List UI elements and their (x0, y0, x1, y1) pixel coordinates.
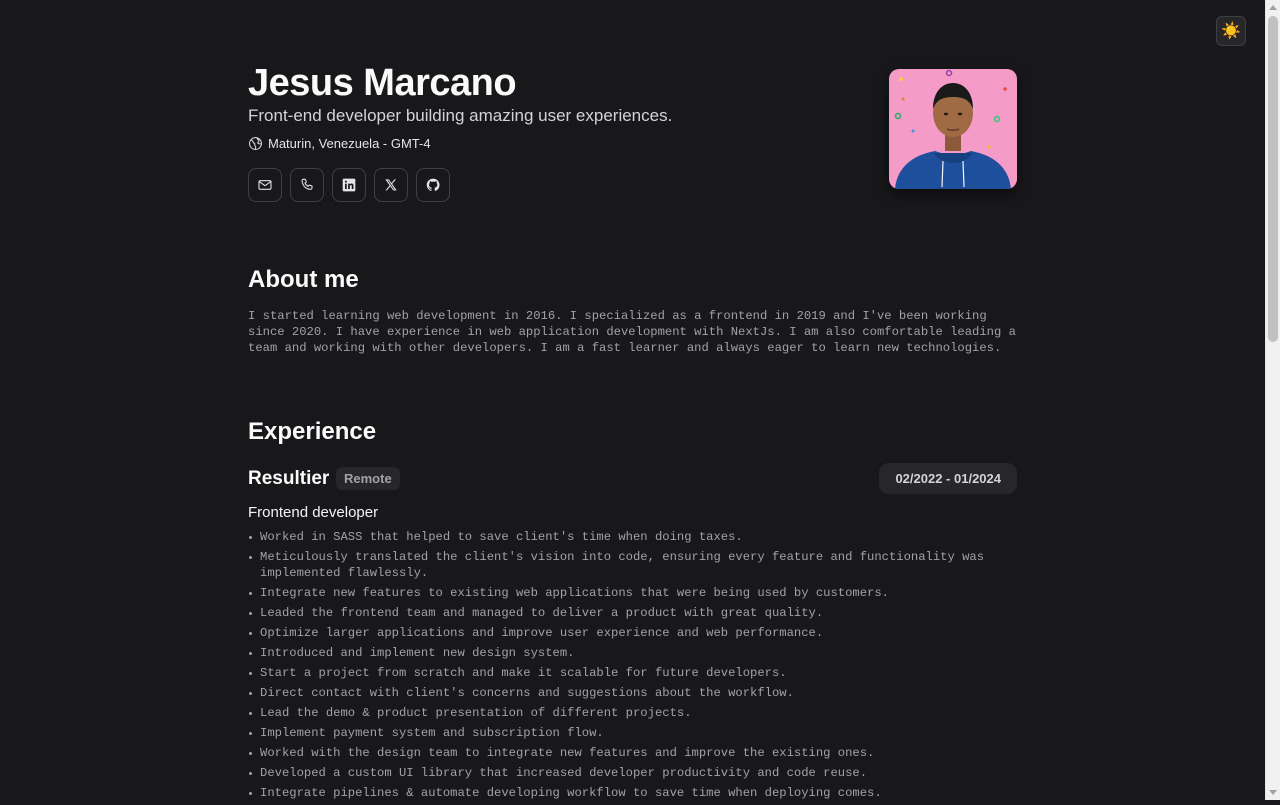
phone-icon (301, 178, 313, 190)
profile-name: Jesus Marcano (248, 62, 517, 104)
email-icon (258, 180, 272, 190)
job-duties-list: Worked in SASS that helped to save clien… (248, 529, 1017, 801)
profile-header: Jesus Marcano Front-end developer buildi… (248, 0, 1017, 240)
experience-section: Experience Resultier Remote 02/2022 - 01… (248, 418, 1017, 805)
linkedin-button[interactable] (332, 168, 366, 202)
github-button[interactable] (416, 168, 450, 202)
globe-icon (249, 137, 262, 150)
profile-avatar (889, 69, 1017, 189)
location-link[interactable]: Maturin, Venezuela - GMT-4 (248, 136, 431, 151)
theme-toggle-button[interactable]: ☀️ (1216, 16, 1246, 46)
list-item: Meticulously translated the client's vis… (248, 549, 1017, 581)
x-button[interactable] (374, 168, 408, 202)
profile-photo-icon (889, 69, 1017, 189)
list-item: Direct contact with client's concerns an… (248, 685, 1017, 701)
list-item: Developed a custom UI library that incre… (248, 765, 1017, 781)
list-item: Integrate new features to existing web a… (248, 585, 1017, 601)
list-item: Worked in SASS that helped to save clien… (248, 529, 1017, 545)
phone-button[interactable] (290, 168, 324, 202)
about-text: I started learning web development in 20… (248, 309, 1016, 355)
resume-main: Jesus Marcano Front-end developer buildi… (248, 0, 1017, 800)
scroll-down-arrow-icon[interactable] (1269, 790, 1277, 795)
list-item: Integrate pipelines & automate developin… (248, 785, 1017, 801)
x-icon (385, 179, 397, 191)
about-section: About me I started learning web developm… (248, 266, 1017, 356)
sun-icon: ☀️ (1221, 23, 1241, 40)
job-header: Resultier Remote 02/2022 - 01/2024 (248, 463, 1017, 495)
scrollbar-thumb[interactable] (1268, 16, 1278, 342)
list-item: Implement payment system and subscriptio… (248, 725, 1017, 741)
company-name[interactable]: Resultier (248, 468, 329, 490)
work-mode-badge: Remote (336, 467, 400, 490)
email-button[interactable] (248, 168, 282, 202)
github-icon (426, 178, 440, 192)
list-item: Optimize larger applications and improve… (248, 625, 1017, 641)
page-scrollbar[interactable] (1265, 0, 1280, 800)
location-text: Maturin, Venezuela - GMT-4 (268, 136, 431, 151)
experience-title: Experience (248, 418, 377, 445)
list-item: Leaded the frontend team and managed to … (248, 605, 1017, 621)
job-role: Frontend developer (248, 504, 379, 521)
job-dates-badge: 02/2022 - 01/2024 (879, 463, 1017, 494)
social-links (248, 168, 450, 202)
profile-tagline: Front-end developer building amazing use… (248, 106, 673, 125)
list-item: Worked with the design team to integrate… (248, 745, 1017, 761)
list-item: Start a project from scratch and make it… (248, 665, 1017, 681)
list-item: Lead the demo & product presentation of … (248, 705, 1017, 721)
job-entry: Resultier Remote 02/2022 - 01/2024 Front… (248, 463, 1017, 801)
about-title: About me (248, 266, 359, 293)
scroll-up-arrow-icon[interactable] (1269, 5, 1277, 10)
list-item: Introduced and implement new design syst… (248, 645, 1017, 661)
linkedin-icon (342, 178, 356, 192)
